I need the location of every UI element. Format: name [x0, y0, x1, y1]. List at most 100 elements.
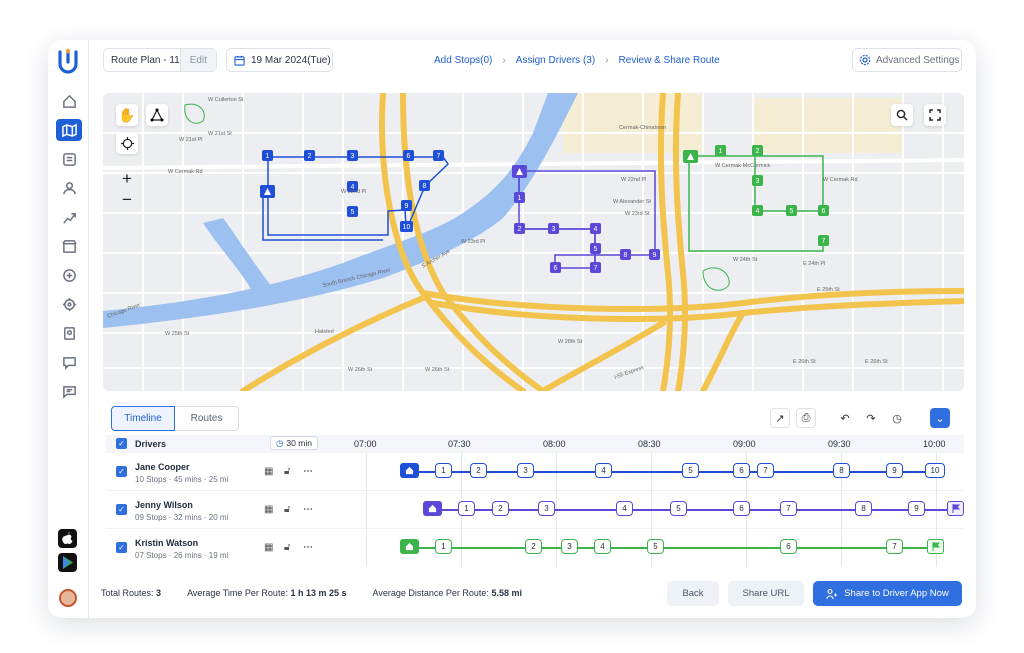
step-assign-drivers[interactable]: Assign Drivers (3) [516, 55, 595, 66]
finish-flag-icon[interactable] [927, 539, 944, 554]
tab-routes[interactable]: Routes [175, 406, 239, 431]
driver-name: Jane Cooper [135, 462, 190, 472]
stop-marker[interactable]: 3 [561, 539, 578, 554]
stop-marker[interactable]: 2 [470, 463, 487, 478]
draw-polygon-icon[interactable] [146, 104, 168, 126]
lock-icon[interactable]: 🔓︎ [284, 542, 290, 553]
more-icon[interactable]: ⋯ [303, 466, 313, 477]
more-icon[interactable]: ⋯ [303, 542, 313, 553]
stop-marker[interactable]: 7 [780, 501, 797, 516]
stop-marker[interactable]: 9 [886, 463, 903, 478]
calendar-icon[interactable]: ▦ [264, 466, 273, 477]
svg-text:7: 7 [822, 238, 826, 245]
integration-icon[interactable] [56, 264, 82, 286]
driver-checkbox[interactable]: ✓ [116, 542, 127, 553]
user-avatar[interactable] [59, 589, 77, 607]
depot-home-icon[interactable] [400, 463, 419, 478]
driver-checkbox[interactable]: ✓ [116, 466, 127, 477]
advanced-settings-button[interactable]: Advanced Settings [852, 48, 962, 72]
select-all-checkbox[interactable]: ✓ [116, 438, 127, 449]
svg-text:6: 6 [407, 153, 411, 160]
calendar-icon[interactable]: ▦ [264, 504, 273, 515]
stop-marker[interactable]: 8 [855, 501, 872, 516]
total-routes-value: 3 [156, 588, 162, 598]
stop-marker[interactable]: 1 [435, 463, 452, 478]
driver-checkbox[interactable]: ✓ [116, 504, 127, 515]
home-icon[interactable] [56, 90, 82, 112]
svg-text:W Cullerton St: W Cullerton St [208, 97, 244, 103]
stop-marker[interactable]: 1 [458, 501, 475, 516]
lock-icon[interactable]: 🔓︎ [284, 504, 290, 515]
date-picker[interactable]: 19 Mar 2024(Tue) [226, 48, 333, 72]
stop-marker[interactable]: 2 [525, 539, 542, 554]
chevron-down-icon[interactable]: ⌄ [930, 408, 950, 428]
stop-marker[interactable]: 5 [670, 501, 687, 516]
list-icon[interactable] [56, 148, 82, 170]
lock-icon[interactable]: 🔓︎ [284, 466, 290, 477]
map-icon[interactable] [56, 119, 82, 141]
history-icon[interactable]: ◷ [887, 408, 907, 428]
search-icon[interactable] [891, 104, 913, 126]
print-icon[interactable]: ⎙ [796, 408, 816, 428]
more-icon[interactable]: ⋯ [303, 504, 313, 515]
route-summary: Total Routes: 3 Average Time Per Route: … [101, 588, 522, 598]
depot-home-icon[interactable] [400, 539, 419, 554]
stop-marker[interactable]: 3 [517, 463, 534, 478]
stop-marker[interactable]: 2 [492, 501, 509, 516]
tab-timeline[interactable]: Timeline [111, 406, 175, 431]
stop-marker[interactable]: 7 [757, 463, 774, 478]
stop-marker[interactable]: 4 [595, 463, 612, 478]
finish-flag-icon[interactable] [947, 501, 964, 516]
users-icon[interactable] [56, 177, 82, 199]
stop-marker[interactable]: 5 [647, 539, 664, 554]
share-driver-app-button[interactable]: Share to Driver App Now [813, 581, 962, 606]
export-icon[interactable]: ↗ [770, 408, 790, 428]
stop-marker[interactable]: 5 [682, 463, 699, 478]
contacts-icon[interactable] [56, 322, 82, 344]
redo-icon[interactable]: ↷ [861, 408, 881, 428]
depot-home-icon[interactable] [423, 501, 442, 516]
edit-button[interactable]: Edit [179, 49, 216, 71]
calendar-icon[interactable]: ▦ [264, 542, 273, 553]
zoom-out-icon[interactable]: − [116, 189, 138, 211]
pan-hand-icon[interactable]: ✋ [116, 104, 138, 126]
apple-store-icon[interactable] [58, 529, 77, 548]
stop-marker[interactable]: 8 [833, 463, 850, 478]
stop-marker[interactable]: 4 [616, 501, 633, 516]
step-add-stops[interactable]: Add Stops(0) [434, 55, 492, 66]
stop-marker[interactable]: 6 [733, 463, 750, 478]
stop-marker[interactable]: 4 [594, 539, 611, 554]
svg-text:9: 9 [405, 203, 409, 210]
location-icon[interactable] [56, 293, 82, 315]
stop-marker[interactable]: 6 [733, 501, 750, 516]
hour-0730: 07:30 [448, 439, 471, 449]
map-canvas: 1 2 3 4 5 6 7 8 9 10 1 2 3 4 5 6 7 8 9 1… [103, 93, 964, 391]
chat-icon[interactable] [56, 380, 82, 402]
svg-text:W Cermak-McCormick: W Cermak-McCormick [715, 163, 771, 169]
stop-marker[interactable]: 3 [538, 501, 555, 516]
avg-distance: Average Distance Per Route: 5.58 mi [373, 588, 522, 598]
share-url-button[interactable]: Share URL [728, 581, 804, 606]
clock-icon: ◷ [276, 437, 284, 448]
route-line [402, 547, 932, 549]
stop-marker[interactable]: 6 [780, 539, 797, 554]
support-icon[interactable] [56, 351, 82, 373]
route-map[interactable]: 1 2 3 4 5 6 7 8 9 10 1 2 3 4 5 6 7 8 9 1… [103, 93, 964, 391]
svg-text:W 22nd Pl: W 22nd Pl [621, 177, 646, 183]
stop-marker[interactable]: 7 [886, 539, 903, 554]
back-button[interactable]: Back [667, 581, 719, 606]
fullscreen-icon[interactable] [924, 104, 946, 126]
stop-marker[interactable]: 10 [925, 463, 945, 478]
step-review-share[interactable]: Review & Share Route [619, 55, 720, 66]
interval-selector[interactable]: ◷ 30 min [270, 436, 318, 450]
undo-icon[interactable]: ↶ [835, 408, 855, 428]
stop-marker[interactable]: 1 [435, 539, 452, 554]
svg-text:W 23rd St: W 23rd St [625, 211, 650, 217]
store-icon[interactable] [56, 235, 82, 257]
locate-icon[interactable] [116, 132, 138, 154]
svg-text:7: 7 [437, 153, 441, 160]
stop-marker[interactable]: 9 [908, 501, 925, 516]
zoom-in-icon[interactable]: + [116, 168, 138, 190]
play-store-icon[interactable] [58, 553, 77, 572]
analytics-icon[interactable] [56, 206, 82, 228]
